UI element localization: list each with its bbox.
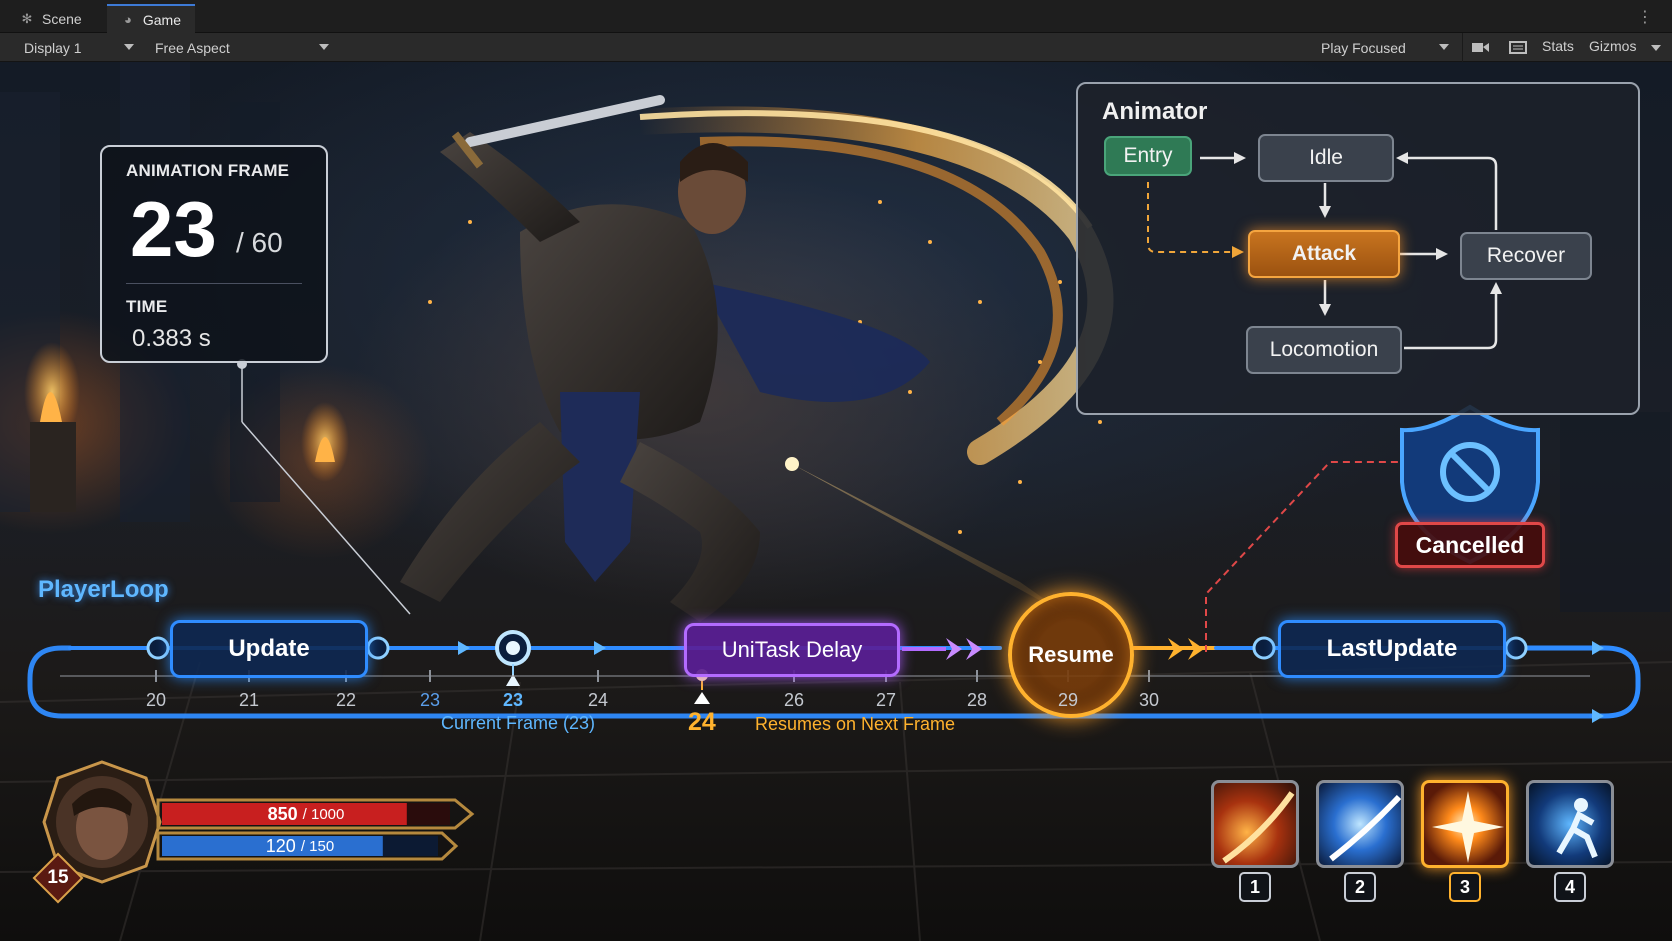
mp-bar: 120 / 150 — [162, 833, 438, 859]
video-camera-icon[interactable] — [1470, 39, 1490, 55]
next-frame-note: Resumes on Next Frame — [755, 714, 956, 734]
gizmos-chevron-down-icon[interactable] — [1651, 45, 1661, 51]
skill-slot-1[interactable] — [1211, 780, 1299, 868]
editor-tab-bar: ✻ Scene ◕ Game ⋮ — [0, 0, 1672, 33]
state-locomotion[interactable]: Locomotion — [1246, 326, 1402, 374]
dash-icon — [1556, 798, 1598, 859]
state-attack[interactable]: Attack — [1248, 230, 1400, 278]
next-frame-number: 24 — [688, 708, 716, 736]
state-entry[interactable]: Entry — [1104, 136, 1192, 176]
display-dropdown-value: Display 1 — [24, 39, 82, 56]
aspect-dropdown-value: Free Aspect — [155, 39, 230, 56]
chevron-down-icon — [319, 44, 329, 50]
skill-slot-2[interactable] — [1316, 780, 1404, 868]
brazier-flame-right — [301, 402, 349, 482]
toolbar-divider — [1462, 33, 1463, 62]
level-value: 15 — [47, 867, 69, 888]
game-toolbar: Display 1 Free Aspect Play Focused Stats… — [0, 33, 1672, 62]
tick-label-current: 23 — [502, 690, 524, 710]
unitask-delay-stage[interactable]: UniTask Delay — [684, 623, 900, 677]
animation-frame-number: 23 — [130, 185, 217, 273]
scene-icon: ✻ — [21, 10, 33, 26]
more-options-icon[interactable]: ⋮ — [1637, 7, 1654, 27]
hp-value: 850 — [267, 803, 298, 824]
burst-icon — [1432, 791, 1504, 863]
animation-frame-panel: ANIMATION FRAME 23 / 60 TIME 0.383 s — [100, 145, 328, 363]
ice-slash-icon — [1329, 794, 1401, 862]
resume-beam — [792, 464, 1070, 617]
time-value: 0.383 s — [132, 325, 211, 352]
game-controller-icon: ◕ — [124, 11, 132, 27]
tick-label: 24 — [587, 690, 609, 710]
fire-slash-icon — [1222, 791, 1295, 864]
brazier-flame-left — [24, 342, 80, 512]
tab-game-label: Game — [142, 11, 181, 28]
knight-character — [400, 95, 930, 622]
animation-frame-total: / 60 — [236, 227, 283, 258]
skill-key-3: 3 — [1449, 872, 1481, 902]
skill-key-4: 4 — [1554, 872, 1586, 902]
tab-scene-label: Scene — [42, 10, 82, 27]
skill-slot-3[interactable] — [1421, 780, 1509, 868]
game-viewport[interactable]: ANIMATION FRAME 23 / 60 TIME 0.383 s Ani… — [0, 62, 1672, 941]
aspect-dropdown[interactable]: Free Aspect — [145, 36, 335, 59]
chevron-down-icon — [1439, 44, 1449, 50]
play-mode-dropdown[interactable]: Play Focused — [1311, 36, 1455, 59]
animation-frame-label: ANIMATION FRAME — [126, 161, 290, 180]
display-dropdown[interactable]: Display 1 — [14, 36, 140, 59]
skill-slot-4[interactable] — [1526, 780, 1614, 868]
tick-label: 20 — [145, 690, 167, 710]
animator-panel: Animator Entry Idle Attack Recover Locom… — [1076, 82, 1640, 415]
tab-scene[interactable]: ✻ Scene — [6, 4, 96, 33]
hp-bar: 850 / 1000 — [162, 801, 450, 827]
player-loop-title: PlayerLoop — [38, 576, 169, 603]
aspect-display-icon[interactable] — [1508, 39, 1528, 55]
chevron-down-icon — [124, 44, 134, 50]
state-idle[interactable]: Idle — [1258, 134, 1394, 182]
tick-label: 28 — [966, 690, 988, 710]
gizmos-button[interactable]: Gizmos — [1589, 38, 1636, 54]
tick-label: 23 — [419, 690, 441, 710]
tick-label: 21 — [238, 690, 260, 710]
last-update-stage[interactable]: LastUpdate — [1278, 620, 1506, 678]
tick-label: 30 — [1138, 690, 1160, 710]
time-label: TIME — [126, 297, 168, 316]
cancelled-badge: Cancelled — [1395, 522, 1545, 568]
play-mode-value: Play Focused — [1321, 39, 1406, 56]
state-recover[interactable]: Recover — [1460, 232, 1592, 280]
stats-button[interactable]: Stats — [1542, 38, 1574, 54]
beam-origin-dot — [785, 457, 799, 471]
skill-key-2: 2 — [1344, 872, 1376, 902]
panel-divider — [126, 283, 302, 284]
tick-label: 22 — [335, 690, 357, 710]
tick-label: 29 — [1057, 690, 1079, 710]
hp-max: / 1000 — [302, 805, 345, 823]
tick-label: 27 — [875, 690, 897, 710]
mp-value: 120 — [265, 835, 296, 856]
update-stage[interactable]: Update — [170, 620, 368, 678]
skill-key-1: 1 — [1239, 872, 1271, 902]
current-frame-note: Current Frame (23) — [441, 713, 596, 733]
tick-label: 26 — [783, 690, 805, 710]
tab-game[interactable]: ◕ Game — [107, 4, 195, 33]
mp-max: / 150 — [300, 837, 335, 855]
